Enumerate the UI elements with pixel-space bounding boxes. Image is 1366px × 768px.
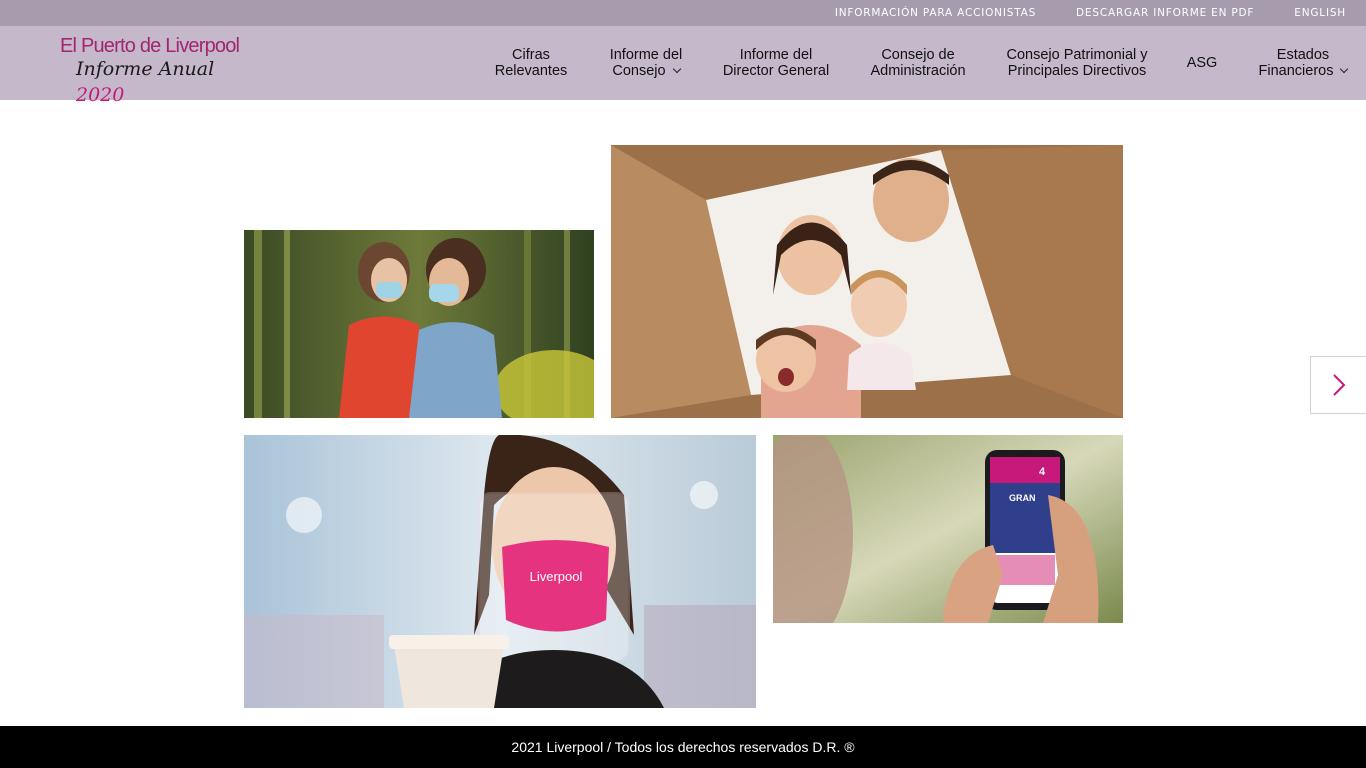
nav-consejo-patrimonial[interactable]: Consejo Patrimonial y Principales Directi…	[997, 26, 1157, 100]
logo-line2: Informe Anual 2020	[76, 56, 250, 108]
logo-year: 2020	[76, 84, 125, 106]
nav-informe-consejo[interactable]: Informe del Consejo	[596, 26, 696, 100]
carousel-next-button[interactable]	[1310, 356, 1366, 414]
nav-label: Consejo	[612, 63, 666, 79]
link-informacion-accionistas[interactable]: INFORMACIÓN PARA ACCIONISTAS	[835, 7, 1036, 19]
phone-banner-text: GRAN	[1009, 493, 1036, 503]
mask-brand-text: Liverpool	[530, 569, 583, 584]
logo-informe-anual: Informe Anual	[76, 58, 215, 80]
chevron-down-icon	[1340, 64, 1349, 74]
link-descargar-pdf[interactable]: DESCARGAR INFORME EN PDF	[1076, 7, 1254, 19]
nav-label: Estados	[1276, 47, 1330, 63]
nav-label: Informe del	[609, 47, 683, 63]
nav-label: Consejo Patrimonial y	[1006, 47, 1148, 63]
chevron-down-icon	[672, 64, 681, 74]
chevron-right-icon	[1333, 374, 1346, 396]
nav-label: Consejo de	[881, 47, 955, 63]
nav-label: Financieros	[1258, 63, 1334, 79]
logo-line1: El Puerto de Liverpool	[60, 35, 240, 57]
photo-employee-pink-mask: Liverpool	[244, 435, 756, 708]
nav-label: Relevantes	[494, 63, 568, 79]
nav-estados-financieros[interactable]: Estados Financieros	[1248, 26, 1358, 100]
top-utility-bar: INFORMACIÓN PARA ACCIONISTAS DESCARGAR I…	[0, 0, 1366, 26]
footer-copyright: 2021 Liverpool / Todos los derechos rese…	[511, 739, 855, 755]
nav-asg[interactable]: ASG	[1178, 26, 1226, 100]
nav-label: Informe del	[739, 47, 813, 63]
main-navbar: El Puerto de Liverpool Informe Anual 202…	[0, 26, 1366, 106]
liverpool-logo[interactable]: El Puerto de Liverpool Informe Anual 202…	[60, 35, 250, 106]
link-english[interactable]: ENGLISH	[1294, 7, 1346, 19]
nav-label: Cifras	[512, 47, 550, 63]
photo-hands-phone-app: GRAN 4	[773, 435, 1123, 623]
nav-label: Administración	[870, 63, 966, 79]
photo-mother-daughter-masks	[244, 230, 594, 418]
nav-label: ASG	[1186, 55, 1218, 71]
nav-consejo-administracion[interactable]: Consejo de Administración	[860, 26, 976, 100]
nav-label: Principales Directivos	[1007, 63, 1147, 79]
phone-number-text: 4	[1039, 466, 1046, 478]
nav-label: Director General	[722, 63, 830, 79]
nav-informe-director[interactable]: Informe del Director General	[713, 26, 839, 100]
nav-cifras-relevantes[interactable]: Cifras Relevantes	[486, 26, 576, 100]
site-footer: 2021 Liverpool / Todos los derechos rese…	[0, 726, 1366, 768]
photo-family-in-box	[611, 145, 1123, 418]
